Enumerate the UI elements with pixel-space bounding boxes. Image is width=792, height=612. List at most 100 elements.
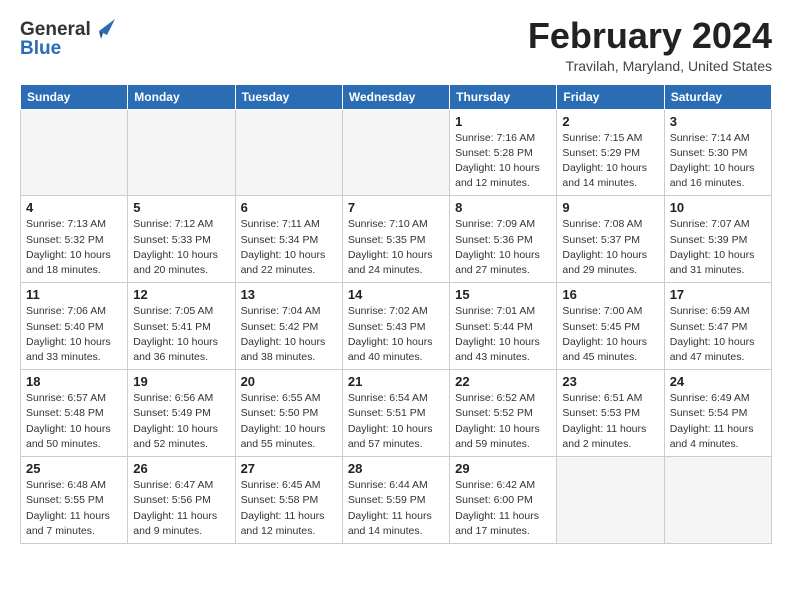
day-number: 9 (562, 200, 658, 215)
day-number: 22 (455, 374, 551, 389)
calendar-cell: 19 Sunrise: 6:56 AMSunset: 5:49 PMDayligh… (128, 370, 235, 457)
calendar-week-2: 4Sunrise: 7:13 AMSunset: 5:32 PMDaylight… (21, 196, 772, 283)
title-block: February 2024 Travilah, Maryland, United… (528, 16, 772, 74)
calendar-cell: 27Sunrise: 6:45 AMSunset: 5:58 PMDayligh… (235, 457, 342, 544)
location-subtitle: Travilah, Maryland, United States (528, 58, 772, 74)
calendar-cell: 13 Sunrise: 7:04 AMSunset: 5:42 PMDayligh… (235, 283, 342, 370)
day-number: 17 (670, 287, 766, 302)
day-info: Sunrise: 7:02 AMSunset: 5:43 PMDaylight:… (348, 304, 444, 365)
calendar-cell: 11 Sunrise: 7:06 AMSunset: 5:40 PMDayligh… (21, 283, 128, 370)
calendar-cell: 17 Sunrise: 6:59 AMSunset: 5:47 PMDayligh… (664, 283, 771, 370)
calendar-cell: 18Sunrise: 6:57 AMSunset: 5:48 PMDayligh… (21, 370, 128, 457)
calendar-header-row: Sunday Monday Tuesday Wednesday Thursday… (21, 84, 772, 109)
page: General Blue February 2024 Travilah, Mar… (0, 0, 792, 612)
calendar-cell: 29 Sunrise: 6:42 AMSunset: 6:00 PMDayligh… (450, 457, 557, 544)
calendar-week-3: 11 Sunrise: 7:06 AMSunset: 5:40 PMDayligh… (21, 283, 772, 370)
day-info: Sunrise: 7:09 AMSunset: 5:36 PMDaylight:… (455, 217, 551, 278)
day-info: Sunrise: 6:44 AMSunset: 5:59 PMDaylight:… (348, 478, 444, 539)
calendar-week-5: 25 Sunrise: 6:48 AMSunset: 5:55 PMDayligh… (21, 457, 772, 544)
day-info: Sunrise: 6:54 AMSunset: 5:51 PMDaylight:… (348, 391, 444, 452)
day-number: 8 (455, 200, 551, 215)
day-info: Sunrise: 7:14 AMSunset: 5:30 PMDaylight:… (670, 131, 766, 192)
day-number: 24 (670, 374, 766, 389)
day-number: 25 (26, 461, 122, 476)
calendar-cell: 25 Sunrise: 6:48 AMSunset: 5:55 PMDayligh… (21, 457, 128, 544)
day-number: 23 (562, 374, 658, 389)
calendar-cell (557, 457, 664, 544)
calendar-cell (235, 109, 342, 196)
day-number: 14 (348, 287, 444, 302)
calendar-cell: 3Sunrise: 7:14 AMSunset: 5:30 PMDaylight… (664, 109, 771, 196)
calendar-cell: 28Sunrise: 6:44 AMSunset: 5:59 PMDayligh… (342, 457, 449, 544)
day-info: Sunrise: 7:08 AMSunset: 5:37 PMDaylight:… (562, 217, 658, 278)
col-saturday: Saturday (664, 84, 771, 109)
day-info: Sunrise: 6:55 AMSunset: 5:50 PMDaylight:… (241, 391, 337, 452)
calendar-cell: 10Sunrise: 7:07 AMSunset: 5:39 PMDayligh… (664, 196, 771, 283)
calendar-cell: 1Sunrise: 7:16 AMSunset: 5:28 PMDaylight… (450, 109, 557, 196)
day-number: 20 (241, 374, 337, 389)
day-number: 26 (133, 461, 229, 476)
col-friday: Friday (557, 84, 664, 109)
month-year-title: February 2024 (528, 16, 772, 56)
calendar-cell (21, 109, 128, 196)
day-info: Sunrise: 7:04 AMSunset: 5:42 PMDaylight:… (241, 304, 337, 365)
calendar-cell: 2 Sunrise: 7:15 AMSunset: 5:29 PMDaylight… (557, 109, 664, 196)
calendar-cell: 5 Sunrise: 7:12 AMSunset: 5:33 PMDaylight… (128, 196, 235, 283)
day-info: Sunrise: 6:47 AMSunset: 5:56 PMDaylight:… (133, 478, 229, 539)
day-info: Sunrise: 6:45 AMSunset: 5:58 PMDaylight:… (241, 478, 337, 539)
calendar-cell (664, 457, 771, 544)
day-info: Sunrise: 6:48 AMSunset: 5:55 PMDaylight:… (26, 478, 122, 539)
calendar-cell (128, 109, 235, 196)
calendar-cell: 23 Sunrise: 6:51 AMSunset: 5:53 PMDayligh… (557, 370, 664, 457)
day-number: 13 (241, 287, 337, 302)
day-info: Sunrise: 6:51 AMSunset: 5:53 PMDaylight:… (562, 391, 658, 452)
day-info: Sunrise: 6:49 AMSunset: 5:54 PMDaylight:… (670, 391, 766, 452)
day-number: 6 (241, 200, 337, 215)
calendar-cell: 8 Sunrise: 7:09 AMSunset: 5:36 PMDaylight… (450, 196, 557, 283)
day-info: Sunrise: 7:06 AMSunset: 5:40 PMDaylight:… (26, 304, 122, 365)
day-info: Sunrise: 7:00 AMSunset: 5:45 PMDaylight:… (562, 304, 658, 365)
calendar-cell: 22 Sunrise: 6:52 AMSunset: 5:52 PMDayligh… (450, 370, 557, 457)
header: General Blue February 2024 Travilah, Mar… (20, 16, 772, 74)
calendar-cell: 21Sunrise: 6:54 AMSunset: 5:51 PMDayligh… (342, 370, 449, 457)
calendar-week-1: 1Sunrise: 7:16 AMSunset: 5:28 PMDaylight… (21, 109, 772, 196)
day-number: 7 (348, 200, 444, 215)
calendar-cell: 20 Sunrise: 6:55 AMSunset: 5:50 PMDayligh… (235, 370, 342, 457)
day-info: Sunrise: 7:10 AMSunset: 5:35 PMDaylight:… (348, 217, 444, 278)
day-info: Sunrise: 7:01 AMSunset: 5:44 PMDaylight:… (455, 304, 551, 365)
day-number: 18 (26, 374, 122, 389)
day-number: 16 (562, 287, 658, 302)
day-info: Sunrise: 6:42 AMSunset: 6:00 PMDaylight:… (455, 478, 551, 539)
calendar-week-4: 18Sunrise: 6:57 AMSunset: 5:48 PMDayligh… (21, 370, 772, 457)
col-tuesday: Tuesday (235, 84, 342, 109)
day-number: 2 (562, 114, 658, 129)
calendar-cell: 6 Sunrise: 7:11 AMSunset: 5:34 PMDaylight… (235, 196, 342, 283)
day-number: 15 (455, 287, 551, 302)
day-info: Sunrise: 7:16 AMSunset: 5:28 PMDaylight:… (455, 131, 551, 192)
calendar-cell: 12Sunrise: 7:05 AMSunset: 5:41 PMDayligh… (128, 283, 235, 370)
day-number: 11 (26, 287, 122, 302)
calendar-cell: 7 Sunrise: 7:10 AMSunset: 5:35 PMDaylight… (342, 196, 449, 283)
day-number: 29 (455, 461, 551, 476)
calendar-cell: 24 Sunrise: 6:49 AMSunset: 5:54 PMDayligh… (664, 370, 771, 457)
col-wednesday: Wednesday (342, 84, 449, 109)
day-info: Sunrise: 7:11 AMSunset: 5:34 PMDaylight:… (241, 217, 337, 278)
day-info: Sunrise: 7:13 AMSunset: 5:32 PMDaylight:… (26, 217, 122, 278)
day-number: 19 (133, 374, 229, 389)
day-info: Sunrise: 7:12 AMSunset: 5:33 PMDaylight:… (133, 217, 229, 278)
day-info: Sunrise: 7:05 AMSunset: 5:41 PMDaylight:… (133, 304, 229, 365)
logo: General Blue (20, 20, 115, 60)
calendar-cell: 4Sunrise: 7:13 AMSunset: 5:32 PMDaylight… (21, 196, 128, 283)
calendar-cell: 26 Sunrise: 6:47 AMSunset: 5:56 PMDayligh… (128, 457, 235, 544)
day-number: 5 (133, 200, 229, 215)
col-sunday: Sunday (21, 84, 128, 109)
day-info: Sunrise: 7:15 AMSunset: 5:29 PMDaylight:… (562, 131, 658, 192)
day-info: Sunrise: 6:52 AMSunset: 5:52 PMDaylight:… (455, 391, 551, 452)
day-info: Sunrise: 6:59 AMSunset: 5:47 PMDaylight:… (670, 304, 766, 365)
calendar-cell (342, 109, 449, 196)
col-thursday: Thursday (450, 84, 557, 109)
calendar-cell: 14 Sunrise: 7:02 AMSunset: 5:43 PMDayligh… (342, 283, 449, 370)
calendar-cell: 15 Sunrise: 7:01 AMSunset: 5:44 PMDayligh… (450, 283, 557, 370)
day-info: Sunrise: 6:56 AMSunset: 5:49 PMDaylight:… (133, 391, 229, 452)
day-info: Sunrise: 7:07 AMSunset: 5:39 PMDaylight:… (670, 217, 766, 278)
